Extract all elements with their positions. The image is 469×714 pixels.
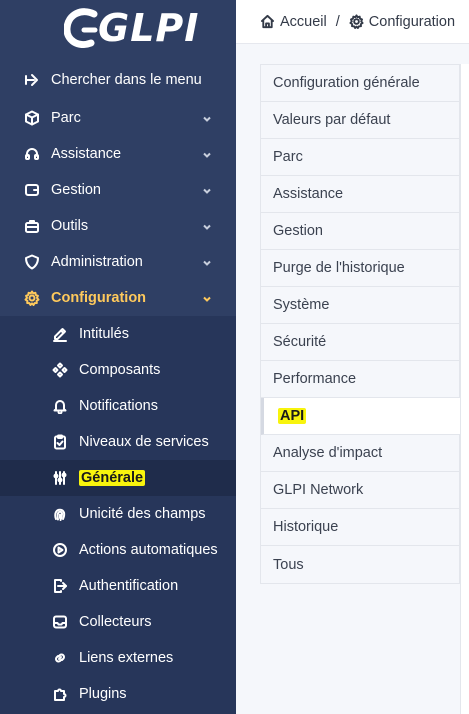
clipboard-check-icon: [51, 433, 69, 451]
sub-item-actions-automatiques[interactable]: Actions automatiques: [0, 532, 236, 568]
sub-item-label: Authentification: [79, 578, 179, 594]
menu-item-label: Configuration: [51, 290, 147, 306]
menu-item-label: Outils: [51, 218, 89, 234]
home-icon: [260, 14, 275, 29]
chevron-down-icon: [202, 220, 214, 232]
tab-systeme[interactable]: Système: [261, 287, 459, 324]
wallet-icon: [23, 181, 41, 199]
tab-historique[interactable]: Historique: [261, 509, 459, 546]
sub-item-label: Unicité des champs: [79, 506, 206, 522]
tab-valeurs-par-defaut[interactable]: Valeurs par défaut: [261, 102, 459, 139]
tab-api-label: API: [278, 408, 307, 424]
play-gear-icon: [51, 541, 69, 559]
chevron-down-icon: [202, 184, 214, 196]
sub-item-label: Plugins: [79, 686, 127, 702]
components-icon: [51, 361, 69, 379]
tab-content-panel: [460, 64, 469, 714]
gear-icon: [23, 289, 41, 307]
sub-item-unicite-des-champs[interactable]: Unicité des champs: [0, 496, 236, 532]
tab-assistance[interactable]: Assistance: [261, 176, 459, 213]
chevron-down-icon: [202, 256, 214, 268]
sub-item-niveaux-de-services[interactable]: Niveaux de services: [0, 424, 236, 460]
chevron-down-icon: [202, 148, 214, 160]
menu-item-gestion[interactable]: Gestion: [0, 172, 236, 208]
chevron-down-icon: [202, 292, 214, 304]
cube-icon: [23, 109, 41, 127]
sub-item-authentification[interactable]: Authentification: [0, 568, 236, 604]
menu-item-assistance[interactable]: Assistance: [0, 136, 236, 172]
menu-item-administration[interactable]: Administration: [0, 244, 236, 280]
sub-item-label: Niveaux de services: [79, 434, 209, 450]
headset-icon: [23, 145, 41, 163]
tab-analyse-impact[interactable]: Analyse d'impact: [261, 435, 459, 472]
menu-item-label: Administration: [51, 254, 143, 270]
menu-item-outils[interactable]: Outils: [0, 208, 236, 244]
glpi-logo[interactable]: GLPI: [63, 5, 200, 51]
edit-icon: [51, 325, 69, 343]
tab-parc[interactable]: Parc: [261, 139, 459, 176]
briefcase-icon: [23, 217, 41, 235]
tab-gestion[interactable]: Gestion: [261, 213, 459, 250]
menu-item-label: Parc: [51, 110, 81, 126]
bell-icon: [51, 397, 69, 415]
sub-item-liens-externes[interactable]: Liens externes: [0, 640, 236, 676]
config-tabs: Configuration générale Valeurs par défau…: [260, 64, 469, 584]
configuration-submenu: Intitulés Composants Notifications Nivea…: [0, 316, 236, 714]
tab-securite[interactable]: Sécurité: [261, 324, 459, 361]
breadcrumb-home-label: Accueil: [280, 13, 327, 30]
sub-item-composants[interactable]: Composants: [0, 352, 236, 388]
breadcrumb-separator: /: [335, 13, 340, 30]
tab-tous[interactable]: Tous: [261, 546, 459, 583]
fingerprint-icon: [51, 505, 69, 523]
sub-item-label: Actions automatiques: [79, 542, 218, 558]
menu-item-parc[interactable]: Parc: [0, 100, 236, 136]
adjustments-icon: [51, 469, 69, 487]
sub-item-label: Générale: [79, 470, 146, 486]
tab-purge-historique[interactable]: Purge de l'historique: [261, 250, 459, 287]
menu-item-label: Assistance: [51, 146, 122, 162]
shield-icon: [23, 253, 41, 271]
sub-item-plugins[interactable]: Plugins: [0, 676, 236, 712]
sub-item-generale[interactable]: Générale: [0, 460, 236, 496]
sub-item-notifications[interactable]: Notifications: [0, 388, 236, 424]
breadcrumb-home[interactable]: Accueil: [260, 14, 327, 30]
logo-text: GLPI: [98, 6, 200, 50]
login-icon: [51, 577, 69, 595]
menu-search[interactable]: Chercher dans le menu: [0, 62, 236, 98]
chevron-down-icon: [202, 112, 214, 124]
tab-api[interactable]: API: [261, 398, 469, 435]
tab-configuration-generale[interactable]: Configuration générale: [261, 65, 459, 102]
sub-item-label: Composants: [79, 362, 161, 378]
gear-icon: [349, 14, 364, 29]
inbox-icon: [51, 613, 69, 631]
puzzle-icon: [51, 685, 69, 703]
menu-item-configuration[interactable]: Configuration: [0, 280, 236, 316]
tab-glpi-network[interactable]: GLPI Network: [261, 472, 459, 509]
sidebar: GLPI Chercher dans le menu Parc Assistan…: [0, 0, 236, 714]
menu-search-label: Chercher dans le menu: [51, 72, 202, 88]
arrow-right-icon: [23, 71, 41, 89]
tab-performance[interactable]: Performance: [261, 361, 459, 398]
sub-item-label: Liens externes: [79, 650, 174, 666]
breadcrumb: Accueil / Configuration: [236, 0, 469, 44]
breadcrumb-configuration[interactable]: Configuration: [349, 14, 455, 30]
sub-item-intitules[interactable]: Intitulés: [0, 316, 236, 352]
sub-item-collecteurs[interactable]: Collecteurs: [0, 604, 236, 640]
link-icon: [51, 649, 69, 667]
sub-item-label: Notifications: [79, 398, 158, 414]
breadcrumb-configuration-label: Configuration: [368, 13, 456, 30]
menu-item-label: Gestion: [51, 182, 101, 198]
sub-item-label: Intitulés: [79, 326, 129, 342]
sub-item-label: Collecteurs: [79, 614, 152, 630]
glpi-logo-swoosh-icon: [63, 8, 98, 48]
